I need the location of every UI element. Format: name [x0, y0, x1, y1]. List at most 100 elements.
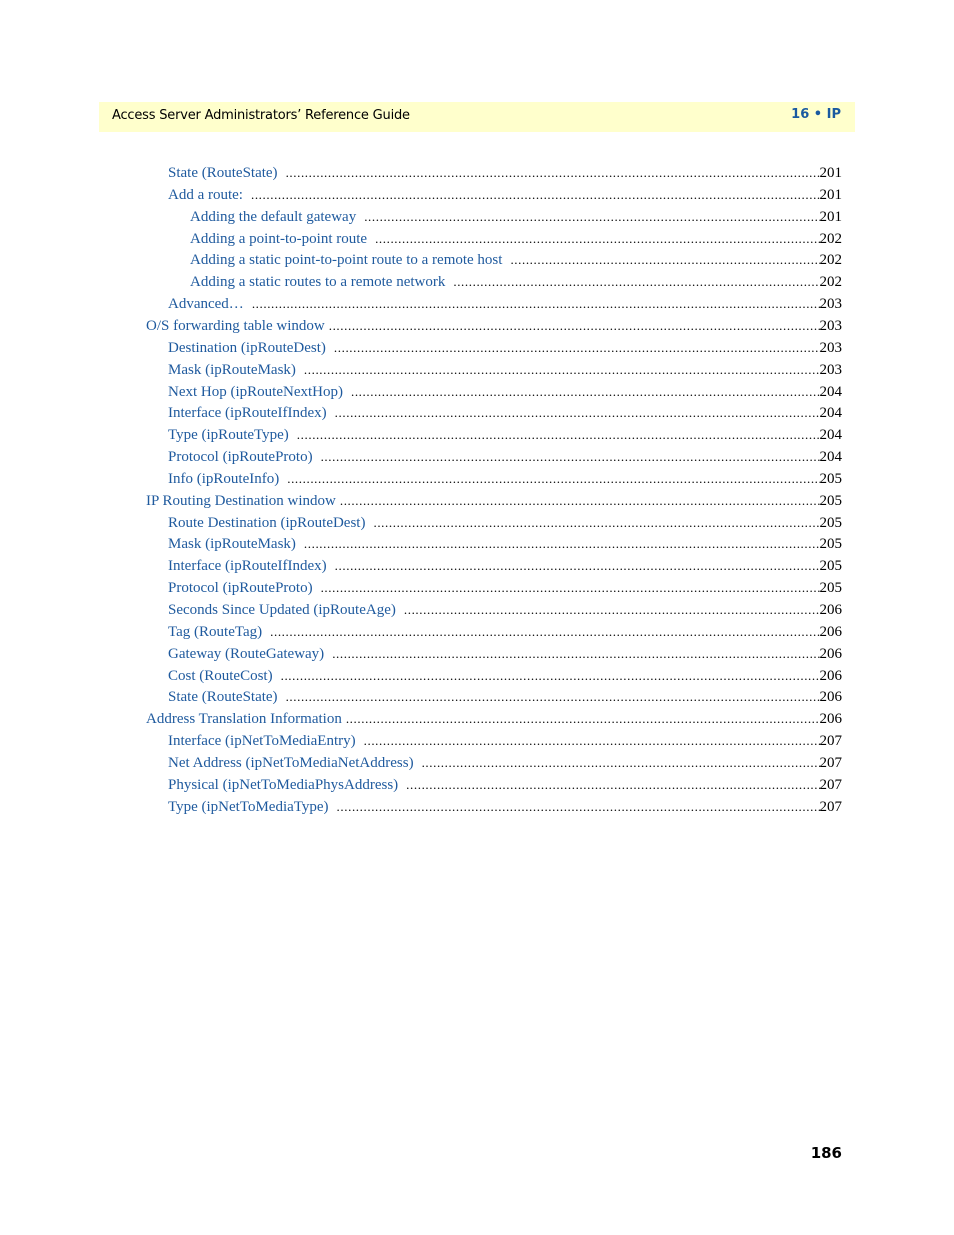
toc-entry-page[interactable]: 204 — [820, 381, 843, 403]
toc-entry-page[interactable]: 206 — [820, 686, 843, 708]
toc-entry-page[interactable]: 203 — [820, 359, 843, 381]
toc-entry-page[interactable]: 204 — [820, 402, 843, 424]
toc-entry-label[interactable]: Interface (ipRouteIfIndex) — [168, 555, 327, 577]
toc-entry-label[interactable]: Protocol (ipRouteProto) — [168, 577, 313, 599]
toc-entry-label[interactable]: Address Translation Information — [146, 708, 342, 730]
toc-entry[interactable]: Type (ipRouteType) 204 — [168, 424, 842, 446]
toc-entry-label[interactable]: Net Address (ipNetToMediaNetAddress) — [168, 752, 414, 774]
toc-entry-page[interactable]: 203 — [820, 337, 843, 359]
toc-entry-page[interactable]: 203 — [820, 293, 843, 315]
toc-entry-page[interactable]: 206 — [820, 665, 843, 687]
toc-entry-label[interactable]: Interface (ipRouteIfIndex) — [168, 402, 327, 424]
toc-entry[interactable]: Type (ipNetToMediaType) 207 — [168, 796, 842, 818]
dot-leader — [321, 446, 820, 468]
toc-entry-page[interactable]: 205 — [820, 533, 843, 555]
toc-entry[interactable]: Protocol (ipRouteProto) 204 — [168, 446, 842, 468]
toc-entry[interactable]: Seconds Since Updated (ipRouteAge) 206 — [168, 599, 842, 621]
toc-entry-label[interactable]: Destination (ipRouteDest) — [168, 337, 326, 359]
toc-entry-page[interactable]: 201 — [820, 184, 843, 206]
toc-entry-page[interactable]: 206 — [820, 599, 843, 621]
toc-entry-page[interactable]: 204 — [820, 446, 843, 468]
toc-entry-label[interactable]: Next Hop (ipRouteNextHop) — [168, 381, 343, 403]
toc-entry[interactable]: Adding the default gateway 201 — [190, 206, 842, 228]
toc-entry-label[interactable]: IP Routing Destination window — [146, 490, 336, 512]
toc-entry-label[interactable]: Mask (ipRouteMask) — [168, 533, 296, 555]
toc-entry[interactable]: Mask (ipRouteMask) 205 — [168, 533, 842, 555]
dot-leader — [286, 162, 820, 184]
toc-entry-label[interactable]: Type (ipRouteType) — [168, 424, 289, 446]
toc-entry[interactable]: Interface (ipRouteIfIndex) 204 — [168, 402, 842, 424]
page-number: 186 — [810, 1144, 842, 1162]
toc-entry-page[interactable]: 207 — [820, 796, 843, 818]
document-title: Access Server Administrators’ Reference … — [112, 108, 410, 123]
toc-entry-page[interactable]: 206 — [820, 621, 843, 643]
toc-entry-label[interactable]: Seconds Since Updated (ipRouteAge) — [168, 599, 396, 621]
toc-entry-label[interactable]: Add a route: — [168, 184, 243, 206]
toc-entry-page[interactable]: 204 — [820, 424, 843, 446]
toc-entry-label[interactable]: Adding a static point-to-point route to … — [190, 249, 502, 271]
running-header: Access Server Administrators’ Reference … — [99, 102, 855, 132]
toc-entry[interactable]: Advanced… 203 — [168, 293, 842, 315]
toc-entry[interactable]: Interface (ipRouteIfIndex) 205 — [168, 555, 842, 577]
toc-entry-label[interactable]: Type (ipNetToMediaType) — [168, 796, 329, 818]
toc-entry-label[interactable]: Interface (ipNetToMediaEntry) — [168, 730, 356, 752]
dot-leader — [286, 686, 820, 708]
toc-entry-page[interactable]: 202 — [820, 271, 843, 293]
dot-leader — [329, 315, 820, 337]
toc-entry-label[interactable]: Cost (RouteCost) — [168, 665, 273, 687]
toc-entry[interactable]: Adding a static point-to-point route to … — [190, 249, 842, 271]
toc-entry-page[interactable]: 202 — [820, 228, 843, 250]
toc-entry-label[interactable]: Physical (ipNetToMediaPhysAddress) — [168, 774, 398, 796]
toc-entry[interactable]: Address Translation Information 206 — [146, 708, 842, 730]
toc-entry-page[interactable]: 206 — [820, 643, 843, 665]
toc-entry-label[interactable]: Gateway (RouteGateway) — [168, 643, 324, 665]
toc-entry[interactable]: O/S forwarding table window 203 — [146, 315, 842, 337]
toc-entry[interactable]: State (RouteState) 206 — [168, 686, 842, 708]
toc-entry-label[interactable]: Adding a static routes to a remote netwo… — [190, 271, 445, 293]
toc-entry[interactable]: Add a route: 201 — [168, 184, 842, 206]
toc-entry-page[interactable]: 206 — [820, 708, 843, 730]
toc-entry-page[interactable]: 205 — [820, 555, 843, 577]
toc-entry-label[interactable]: State (RouteState) — [168, 162, 278, 184]
toc-entry[interactable]: Protocol (ipRouteProto) 205 — [168, 577, 842, 599]
dot-leader — [351, 381, 820, 403]
toc-entry-page[interactable]: 207 — [820, 730, 843, 752]
toc-entry-page[interactable]: 201 — [820, 206, 843, 228]
toc-entry[interactable]: Interface (ipNetToMediaEntry) 207 — [168, 730, 842, 752]
toc-entry-page[interactable]: 203 — [820, 315, 843, 337]
toc-entry-label[interactable]: Adding the default gateway — [190, 206, 356, 228]
toc-entry[interactable]: Net Address (ipNetToMediaNetAddress) 207 — [168, 752, 842, 774]
toc-entry[interactable]: State (RouteState) 201 — [168, 162, 842, 184]
toc-entry[interactable]: Route Destination (ipRouteDest) 205 — [168, 512, 842, 534]
toc-entry-page[interactable]: 207 — [820, 774, 843, 796]
toc-entry-label[interactable]: State (RouteState) — [168, 686, 278, 708]
toc-entry-page[interactable]: 201 — [820, 162, 843, 184]
toc-entry-page[interactable]: 207 — [820, 752, 843, 774]
toc-entry[interactable]: Adding a static routes to a remote netwo… — [190, 271, 842, 293]
toc-entry[interactable]: Physical (ipNetToMediaPhysAddress) 207 — [168, 774, 842, 796]
toc-entry[interactable]: Mask (ipRouteMask) 203 — [168, 359, 842, 381]
toc-entry-page[interactable]: 205 — [820, 577, 843, 599]
toc-entry[interactable]: Destination (ipRouteDest) 203 — [168, 337, 842, 359]
toc-entry-label[interactable]: Route Destination (ipRouteDest) — [168, 512, 365, 534]
toc-entry[interactable]: Adding a point-to-point route 202 — [190, 228, 842, 250]
toc-entry-page[interactable]: 205 — [820, 468, 843, 490]
toc-entry[interactable]: Cost (RouteCost) 206 — [168, 665, 842, 687]
toc-entry-label[interactable]: Mask (ipRouteMask) — [168, 359, 296, 381]
toc-entry[interactable]: Info (ipRouteInfo) 205 — [168, 468, 842, 490]
toc-entry[interactable]: Tag (RouteTag) 206 — [168, 621, 842, 643]
toc-entry-page[interactable]: 205 — [820, 512, 843, 534]
toc-entry[interactable]: IP Routing Destination window 205 — [146, 490, 842, 512]
toc-entry-label[interactable]: O/S forwarding table window — [146, 315, 325, 337]
toc-entry-label[interactable]: Adding a point-to-point route — [190, 228, 367, 250]
toc-entry-page[interactable]: 205 — [820, 490, 843, 512]
dot-leader — [334, 337, 820, 359]
toc-entry-label[interactable]: Tag (RouteTag) — [168, 621, 262, 643]
toc-entry-label[interactable]: Advanced… — [168, 293, 244, 315]
toc-entry-label[interactable]: Info (ipRouteInfo) — [168, 468, 279, 490]
toc-entry[interactable]: Gateway (RouteGateway) 206 — [168, 643, 842, 665]
toc-entry-label[interactable]: Protocol (ipRouteProto) — [168, 446, 313, 468]
toc-entry-page[interactable]: 202 — [820, 249, 843, 271]
dot-leader — [453, 271, 819, 293]
toc-entry[interactable]: Next Hop (ipRouteNextHop) 204 — [168, 381, 842, 403]
